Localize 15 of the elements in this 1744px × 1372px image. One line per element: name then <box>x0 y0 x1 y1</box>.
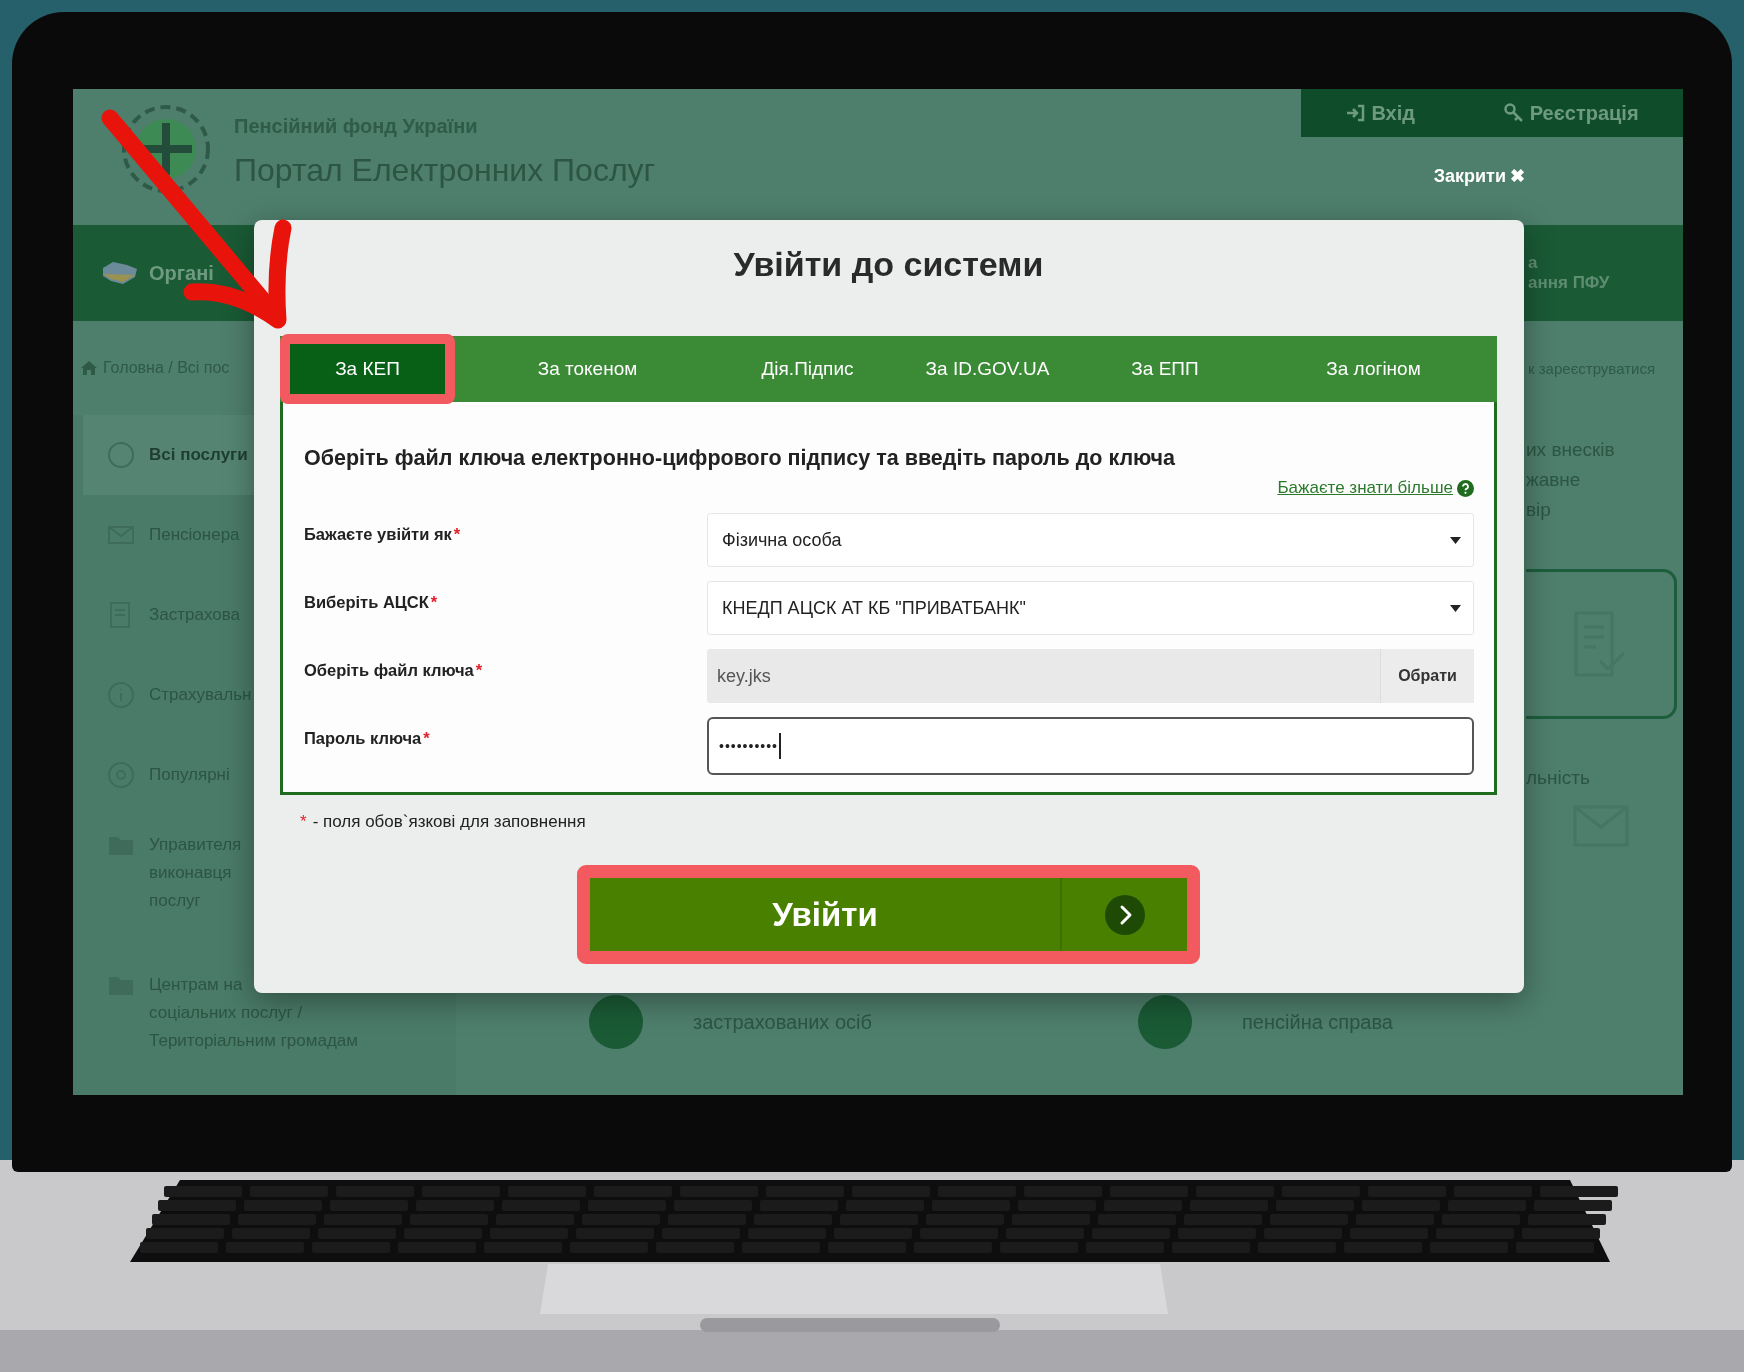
required-mark: * <box>475 661 483 680</box>
sidebar-text: Всі послуги <box>149 444 248 466</box>
required-mark: * <box>423 729 430 748</box>
required-mark: * <box>430 593 438 612</box>
nav-text: а <box>1528 253 1538 273</box>
nav-text: ання ПФУ <box>1528 273 1610 293</box>
instruction-text: Оберіть файл ключа електронно-цифрового підпису та введіть пароль до ключа <box>304 446 1177 471</box>
modal-title: Увійти до системи <box>733 244 1044 284</box>
required-note: - поля обов`язкові для заповнення <box>312 812 586 832</box>
required-mark: * <box>453 525 461 544</box>
field-label: Виберіть АЦСК <box>304 593 429 612</box>
required-mark: * <box>300 812 307 832</box>
field-label: Бажаєте увійти як <box>304 525 452 544</box>
field-label: Оберіть файл ключа <box>304 661 474 680</box>
field-label: Пароль ключа <box>304 729 422 748</box>
